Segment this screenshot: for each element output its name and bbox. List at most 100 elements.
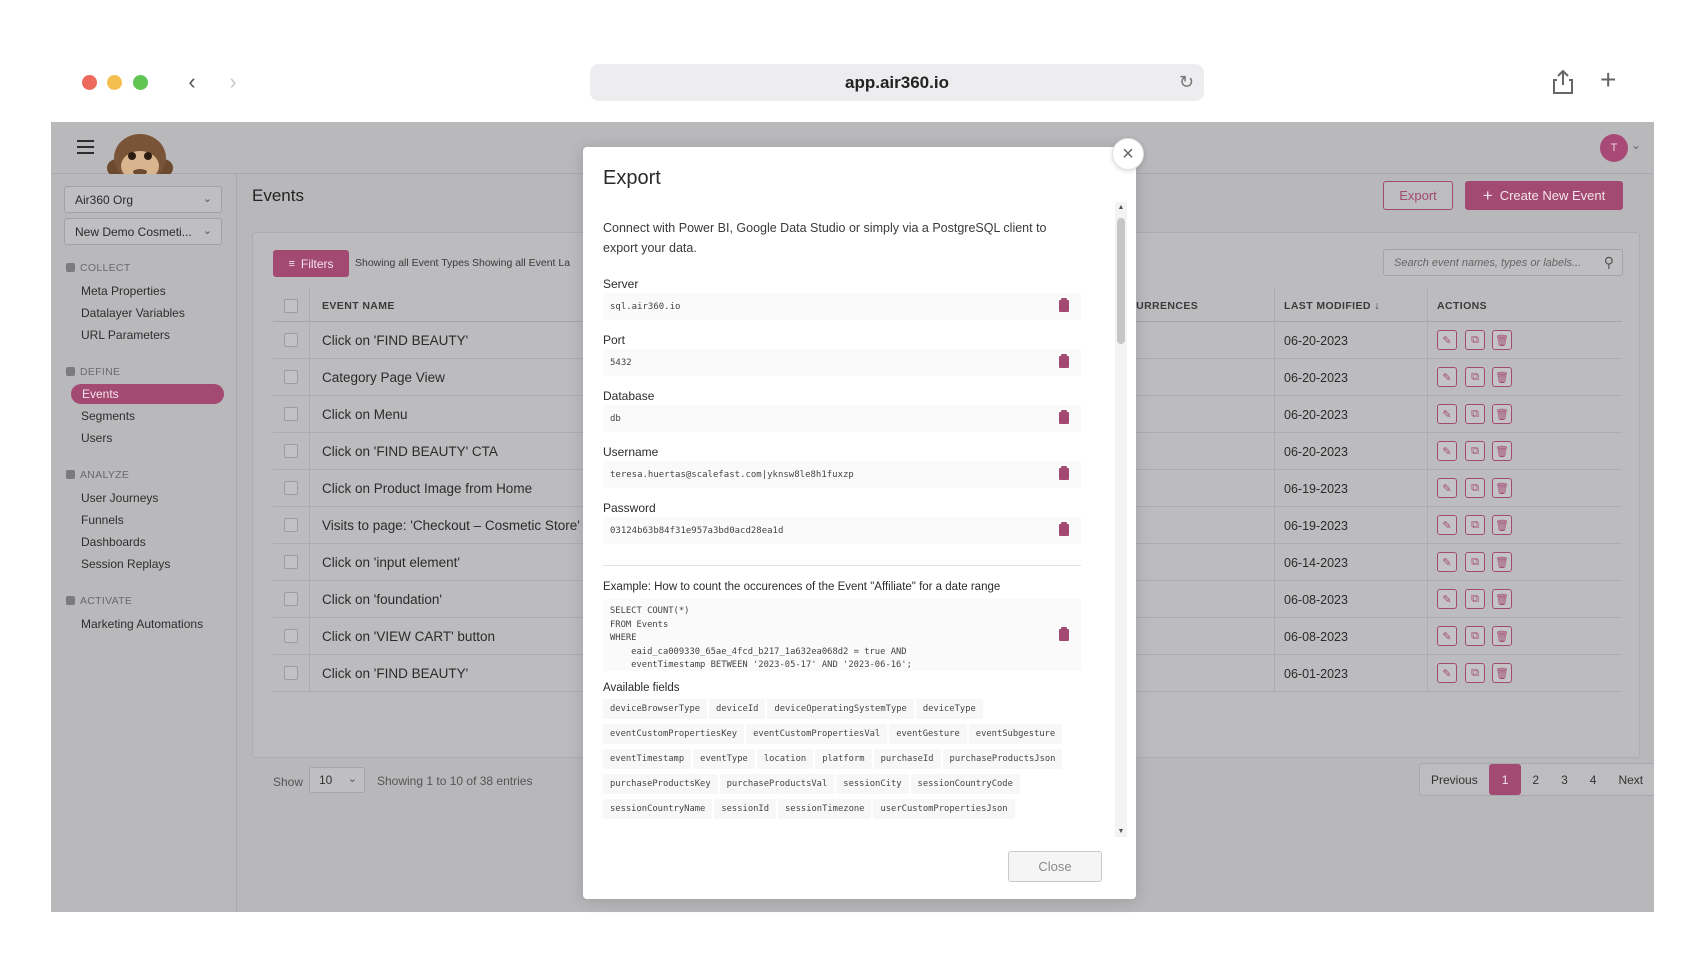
event-name[interactable]: Click on 'input element' bbox=[322, 555, 460, 570]
server-field[interactable]: sql.air360.io bbox=[603, 293, 1081, 320]
trash-icon[interactable]: 🗑 bbox=[1492, 478, 1512, 498]
chevron-down-icon[interactable]: ⌄ bbox=[1631, 138, 1641, 152]
close-button[interactable]: Close bbox=[1008, 851, 1102, 882]
trash-icon[interactable]: 🗑 bbox=[1492, 515, 1512, 535]
reload-icon[interactable]: ↻ bbox=[1179, 72, 1194, 93]
column-event-name[interactable]: EVENT NAME bbox=[322, 300, 395, 312]
search-input[interactable]: Search event names, types or labels... ⚲ bbox=[1383, 249, 1623, 276]
trash-icon[interactable]: 🗑 bbox=[1492, 552, 1512, 572]
event-name[interactable]: Visits to page: 'Checkout – Cosmetic Sto… bbox=[322, 518, 580, 533]
create-event-button[interactable]: + Create New Event bbox=[1465, 181, 1623, 210]
sidebar-item-dashboards[interactable]: Dashboards bbox=[81, 535, 146, 549]
filters-button[interactable]: ≡ Filters bbox=[273, 250, 349, 277]
edit-icon[interactable]: ✎ bbox=[1437, 367, 1457, 387]
password-field[interactable]: 03124b63b84f31e957a3bd0acd28ea1d bbox=[603, 517, 1081, 544]
row-checkbox[interactable] bbox=[284, 555, 298, 569]
search-icon[interactable]: ⚲ bbox=[1604, 254, 1614, 271]
edit-icon[interactable]: ✎ bbox=[1437, 626, 1457, 646]
row-checkbox[interactable] bbox=[284, 666, 298, 680]
row-checkbox[interactable] bbox=[284, 518, 298, 532]
pager-page-3[interactable]: 3 bbox=[1550, 764, 1579, 795]
window-zoom-dot[interactable] bbox=[133, 75, 148, 90]
row-checkbox[interactable] bbox=[284, 407, 298, 421]
edit-icon[interactable]: ✎ bbox=[1437, 478, 1457, 498]
trash-icon[interactable]: 🗑 bbox=[1492, 404, 1512, 424]
pager-page-2[interactable]: 2 bbox=[1521, 764, 1550, 795]
sidebar-item-users[interactable]: Users bbox=[81, 431, 112, 445]
org-select[interactable]: Air360 Org ⌄ bbox=[64, 186, 222, 213]
export-button[interactable]: Export bbox=[1383, 181, 1453, 210]
modal-scrollbar[interactable]: ▲ ▼ bbox=[1115, 202, 1127, 837]
event-name[interactable]: Click on 'VIEW CART' button bbox=[322, 629, 495, 644]
scrollbar-thumb[interactable] bbox=[1117, 218, 1125, 344]
pager-previous[interactable]: Previous bbox=[1420, 764, 1489, 795]
duplicate-icon[interactable]: ⧉ bbox=[1465, 626, 1485, 646]
trash-icon[interactable]: 🗑 bbox=[1492, 663, 1512, 683]
row-checkbox[interactable] bbox=[284, 333, 298, 347]
port-field[interactable]: 5432 bbox=[603, 349, 1081, 376]
database-field[interactable]: db bbox=[603, 405, 1081, 432]
duplicate-icon[interactable]: ⧉ bbox=[1465, 515, 1485, 535]
column-last-modified[interactable]: LAST MODIFIED ↓ bbox=[1284, 300, 1380, 312]
select-all-checkbox[interactable] bbox=[284, 299, 298, 313]
trash-icon[interactable]: 🗑 bbox=[1492, 441, 1512, 461]
duplicate-icon[interactable]: ⧉ bbox=[1465, 404, 1485, 424]
sidebar-item-user-journeys[interactable]: User Journeys bbox=[81, 491, 158, 505]
trash-icon[interactable]: 🗑 bbox=[1492, 367, 1512, 387]
pager-next[interactable]: Next bbox=[1607, 764, 1654, 795]
row-checkbox[interactable] bbox=[284, 629, 298, 643]
pager-page-1[interactable]: 1 bbox=[1488, 764, 1522, 795]
sidebar-item-events[interactable]: Events bbox=[71, 384, 224, 404]
event-name[interactable]: Click on Product Image from Home bbox=[322, 481, 532, 496]
avatar[interactable]: T bbox=[1600, 134, 1628, 162]
event-name[interactable]: Click on 'FIND BEAUTY' bbox=[322, 333, 468, 348]
duplicate-icon[interactable]: ⧉ bbox=[1465, 441, 1485, 461]
sidebar-item-marketing-automations[interactable]: Marketing Automations bbox=[81, 617, 203, 631]
clipboard-icon[interactable] bbox=[1059, 298, 1069, 312]
sidebar-item-url-parameters[interactable]: URL Parameters bbox=[81, 328, 170, 342]
edit-icon[interactable]: ✎ bbox=[1437, 663, 1457, 683]
sidebar-item-funnels[interactable]: Funnels bbox=[81, 513, 124, 527]
event-name[interactable]: Click on 'foundation' bbox=[322, 592, 442, 607]
event-name[interactable]: Click on 'FIND BEAUTY' CTA bbox=[322, 444, 498, 459]
chevron-right-icon[interactable]: › bbox=[222, 70, 244, 94]
trash-icon[interactable]: 🗑 bbox=[1492, 589, 1512, 609]
close-icon[interactable]: × bbox=[1112, 138, 1144, 170]
scroll-up-icon[interactable]: ▲ bbox=[1117, 204, 1125, 211]
event-name[interactable]: Category Page View bbox=[322, 370, 445, 385]
sidebar-item-session-replays[interactable]: Session Replays bbox=[81, 557, 170, 571]
row-checkbox[interactable] bbox=[284, 592, 298, 606]
hamburger-icon[interactable] bbox=[77, 140, 94, 154]
row-checkbox[interactable] bbox=[284, 370, 298, 384]
clipboard-icon[interactable] bbox=[1059, 410, 1069, 424]
edit-icon[interactable]: ✎ bbox=[1437, 515, 1457, 535]
duplicate-icon[interactable]: ⧉ bbox=[1465, 330, 1485, 350]
clipboard-icon[interactable] bbox=[1059, 354, 1069, 368]
sidebar-item-segments[interactable]: Segments bbox=[81, 409, 135, 423]
clipboard-icon[interactable] bbox=[1059, 522, 1069, 536]
event-name[interactable]: Click on 'FIND BEAUTY' bbox=[322, 666, 468, 681]
username-field[interactable]: teresa.huertas@scalefast.com|yknsw8le8h1… bbox=[603, 461, 1081, 488]
window-close-dot[interactable] bbox=[82, 75, 97, 90]
trash-icon[interactable]: 🗑 bbox=[1492, 626, 1512, 646]
duplicate-icon[interactable]: ⧉ bbox=[1465, 589, 1485, 609]
example-code[interactable]: SELECT COUNT(*) FROM Events WHERE eaid_c… bbox=[603, 599, 1081, 671]
sidebar-item-datalayer-variables[interactable]: Datalayer Variables bbox=[81, 306, 185, 320]
window-minimize-dot[interactable] bbox=[107, 75, 122, 90]
plus-icon[interactable]: + bbox=[1600, 66, 1616, 94]
clipboard-icon[interactable] bbox=[1059, 627, 1069, 641]
clipboard-icon[interactable] bbox=[1059, 466, 1069, 480]
edit-icon[interactable]: ✎ bbox=[1437, 330, 1457, 350]
scroll-down-icon[interactable]: ▼ bbox=[1117, 828, 1125, 835]
event-name[interactable]: Click on Menu bbox=[322, 407, 408, 422]
duplicate-icon[interactable]: ⧉ bbox=[1465, 663, 1485, 683]
duplicate-icon[interactable]: ⧉ bbox=[1465, 552, 1485, 572]
row-checkbox[interactable] bbox=[284, 444, 298, 458]
share-icon[interactable] bbox=[1550, 68, 1576, 96]
edit-icon[interactable]: ✎ bbox=[1437, 552, 1457, 572]
row-checkbox[interactable] bbox=[284, 481, 298, 495]
project-select[interactable]: New Demo Cosmeti... ⌄ bbox=[64, 218, 222, 245]
sidebar-item-meta-properties[interactable]: Meta Properties bbox=[81, 284, 166, 298]
page-size-select[interactable]: 10 ⌄ bbox=[309, 767, 365, 793]
address-bar[interactable]: app.air360.io ↻ bbox=[590, 64, 1204, 101]
